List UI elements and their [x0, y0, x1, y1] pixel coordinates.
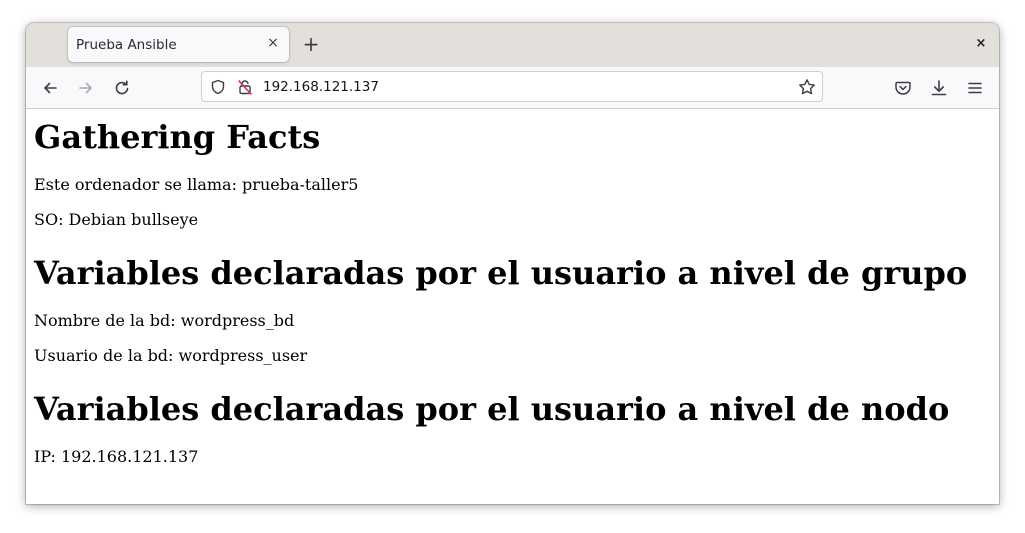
- download-icon: [931, 80, 947, 96]
- heading-group-variables: Variables declaradas por el usuario a ni…: [34, 254, 968, 292]
- db-user-text: Usuario de la bd: wordpress_user: [34, 346, 308, 365]
- new-tab-button[interactable]: +: [301, 33, 321, 55]
- tab-bar: Prueba Ansible × + ×: [26, 23, 999, 67]
- navigation-toolbar: 192.168.121.137: [26, 67, 999, 109]
- bookmark-star-icon[interactable]: [798, 78, 816, 96]
- os-text: SO: Debian bullseye: [34, 210, 199, 229]
- tab-title: Prueba Ansible: [76, 37, 177, 53]
- app-menu-button[interactable]: [962, 75, 988, 101]
- address-bar[interactable]: 192.168.121.137: [201, 71, 823, 102]
- heading-gathering-facts: Gathering Facts: [34, 118, 321, 156]
- tab-prueba-ansible[interactable]: Prueba Ansible ×: [68, 27, 289, 62]
- back-icon: [44, 82, 57, 94]
- pocket-button[interactable]: [890, 75, 916, 101]
- forward-button[interactable]: [73, 75, 99, 101]
- url-text[interactable]: 192.168.121.137: [263, 79, 379, 95]
- db-name-text: Nombre de la bd: wordpress_bd: [34, 311, 295, 330]
- insecure-lock-icon[interactable]: [237, 79, 253, 95]
- window-close-button[interactable]: ×: [972, 35, 990, 53]
- reload-button[interactable]: [109, 75, 135, 101]
- shield-icon[interactable]: [210, 79, 226, 95]
- forward-icon: [79, 82, 92, 94]
- menu-icon: [968, 82, 982, 94]
- downloads-button[interactable]: [926, 75, 952, 101]
- tab-close-icon[interactable]: ×: [265, 34, 281, 52]
- heading-node-variables: Variables declaradas por el usuario a ni…: [34, 390, 950, 428]
- reload-icon: [115, 80, 129, 95]
- browser-window: Prueba Ansible × + × 192.168.121.137 Gat…: [26, 23, 999, 504]
- hostname-text: Este ordenador se llama: prueba-taller5: [34, 175, 359, 194]
- ip-text: IP: 192.168.121.137: [34, 447, 199, 466]
- back-button[interactable]: [37, 75, 63, 101]
- page-content: Gathering Facts Este ordenador se llama:…: [26, 109, 999, 504]
- pocket-icon: [895, 81, 911, 95]
